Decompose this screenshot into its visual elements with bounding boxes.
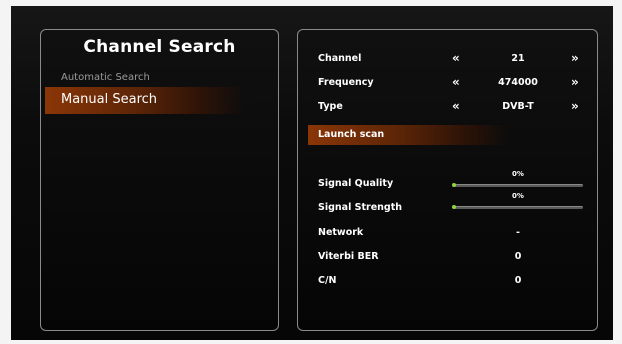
channel-row[interactable]: Channel « 21 » [298,50,597,68]
channel-prev-arrow-icon[interactable]: « [452,51,460,65]
search-mode-panel: Channel Search Automatic Search Manual S… [40,29,279,331]
frequency-next-arrow-icon[interactable]: » [571,75,579,89]
cn-row: C/N 0 [298,272,597,290]
type-prev-arrow-icon[interactable]: « [452,99,460,113]
type-value: DVB-T [502,101,534,112]
type-next-arrow-icon[interactable]: » [571,99,579,113]
tv-screen: Channel Search Automatic Search Manual S… [11,6,613,340]
channel-value: 21 [511,53,525,64]
menu-item-manual-search[interactable]: Manual Search [45,87,245,114]
cn-value: 0 [514,275,522,286]
signal-quality-label: Signal Quality [318,178,394,189]
menu-item-automatic-search[interactable]: Automatic Search [45,69,245,87]
signal-quality-track [452,183,583,187]
page-title: Channel Search [83,37,236,57]
channel-label: Channel [318,53,362,64]
cn-label: C/N [318,275,337,286]
signal-strength-indicator [452,205,456,209]
frequency-value: 474000 [498,77,538,88]
signal-strength-percent: 0% [512,192,524,200]
network-value: - [516,227,520,238]
frequency-label: Frequency [318,77,374,88]
frequency-row[interactable]: Frequency « 474000 » [298,74,597,92]
network-row: Network - [298,224,597,242]
frequency-prev-arrow-icon[interactable]: « [452,75,460,89]
viterbi-ber-label: Viterbi BER [318,251,379,262]
channel-next-arrow-icon[interactable]: » [571,51,579,65]
manual-search-panel: Channel « 21 » Frequency « 474000 » Type… [297,29,598,331]
signal-strength-label: Signal Strength [318,202,403,213]
signal-quality-percent: 0% [512,170,524,178]
signal-strength-track [452,205,583,209]
signal-quality-indicator [452,183,456,187]
viterbi-ber-value: 0 [514,251,522,262]
viterbi-ber-row: Viterbi BER 0 [298,248,597,266]
type-row[interactable]: Type « DVB-T » [298,98,597,116]
network-label: Network [318,227,364,238]
type-label: Type [318,101,343,112]
launch-scan-button[interactable]: Launch scan [308,125,508,145]
